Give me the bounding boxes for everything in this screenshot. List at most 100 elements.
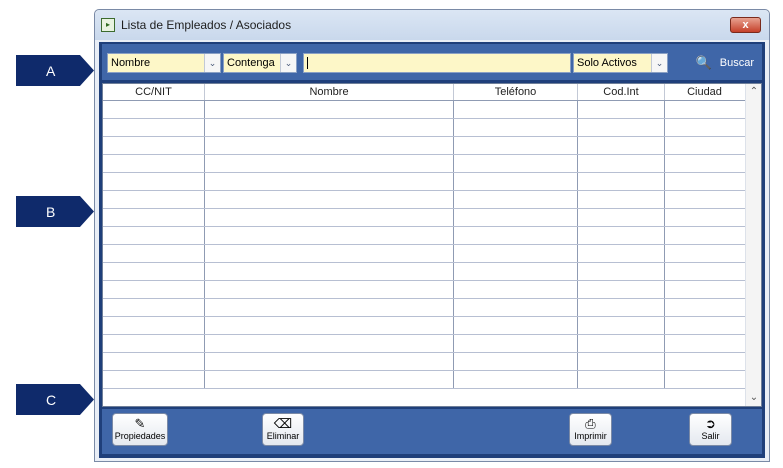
table-cell[interactable] bbox=[205, 191, 454, 208]
match-select[interactable]: Contenga ⌄ bbox=[223, 53, 297, 73]
table-row[interactable] bbox=[103, 209, 746, 227]
table-cell[interactable] bbox=[205, 155, 454, 172]
table-cell[interactable] bbox=[665, 227, 744, 244]
table-cell[interactable] bbox=[103, 101, 205, 118]
table-cell[interactable] bbox=[665, 299, 744, 316]
chevron-down-icon[interactable]: ⌄ bbox=[651, 54, 667, 72]
chevron-down-icon[interactable]: ⌄ bbox=[280, 54, 296, 72]
vertical-scrollbar[interactable]: ⌃ ⌄ bbox=[745, 84, 761, 406]
table-cell[interactable] bbox=[578, 101, 665, 118]
table-cell[interactable] bbox=[578, 227, 665, 244]
table-row[interactable] bbox=[103, 101, 746, 119]
table-row[interactable] bbox=[103, 281, 746, 299]
table-cell[interactable] bbox=[103, 299, 205, 316]
table-cell[interactable] bbox=[578, 335, 665, 352]
column-header-telefono[interactable]: Teléfono bbox=[454, 84, 578, 100]
column-header-codint[interactable]: Cod.Int bbox=[578, 84, 665, 100]
table-cell[interactable] bbox=[665, 263, 744, 280]
table-cell[interactable] bbox=[205, 119, 454, 136]
table-cell[interactable] bbox=[205, 137, 454, 154]
table-cell[interactable] bbox=[454, 317, 578, 334]
table-cell[interactable] bbox=[578, 281, 665, 298]
table-cell[interactable] bbox=[454, 371, 578, 388]
table-cell[interactable] bbox=[665, 155, 744, 172]
table-row[interactable] bbox=[103, 317, 746, 335]
table-cell[interactable] bbox=[578, 263, 665, 280]
table-cell[interactable] bbox=[205, 227, 454, 244]
table-cell[interactable] bbox=[103, 281, 205, 298]
table-cell[interactable] bbox=[578, 137, 665, 154]
table-cell[interactable] bbox=[205, 353, 454, 370]
table-cell[interactable] bbox=[665, 209, 744, 226]
table-row[interactable] bbox=[103, 173, 746, 191]
table-cell[interactable] bbox=[205, 371, 454, 388]
print-button[interactable]: ⎙ Imprimir bbox=[569, 413, 612, 446]
table-cell[interactable] bbox=[103, 263, 205, 280]
table-cell[interactable] bbox=[454, 335, 578, 352]
search-input[interactable] bbox=[303, 53, 571, 73]
table-cell[interactable] bbox=[205, 299, 454, 316]
column-header-ccnit[interactable]: CC/NIT bbox=[103, 84, 205, 100]
table-cell[interactable] bbox=[578, 155, 665, 172]
table-cell[interactable] bbox=[205, 173, 454, 190]
table-cell[interactable] bbox=[578, 353, 665, 370]
table-cell[interactable] bbox=[454, 137, 578, 154]
close-button[interactable]: x bbox=[730, 17, 761, 33]
table-cell[interactable] bbox=[103, 335, 205, 352]
table-row[interactable] bbox=[103, 155, 746, 173]
table-cell[interactable] bbox=[665, 335, 744, 352]
column-header-nombre[interactable]: Nombre bbox=[205, 84, 454, 100]
table-cell[interactable] bbox=[205, 317, 454, 334]
table-cell[interactable] bbox=[103, 245, 205, 262]
table-cell[interactable] bbox=[454, 191, 578, 208]
scroll-up-icon[interactable]: ⌃ bbox=[746, 84, 761, 100]
table-cell[interactable] bbox=[578, 209, 665, 226]
table-cell[interactable] bbox=[665, 137, 744, 154]
table-row[interactable] bbox=[103, 191, 746, 209]
chevron-down-icon[interactable]: ⌄ bbox=[204, 54, 220, 72]
table-row[interactable] bbox=[103, 371, 746, 389]
table-cell[interactable] bbox=[205, 263, 454, 280]
table-cell[interactable] bbox=[205, 281, 454, 298]
exit-button[interactable]: ➲ Salir bbox=[689, 413, 732, 446]
field-select[interactable]: Nombre ⌄ bbox=[107, 53, 221, 73]
table-cell[interactable] bbox=[205, 101, 454, 118]
table-cell[interactable] bbox=[103, 209, 205, 226]
table-row[interactable] bbox=[103, 227, 746, 245]
table-cell[interactable] bbox=[454, 263, 578, 280]
column-header-ciudad[interactable]: Ciudad bbox=[665, 84, 744, 100]
table-row[interactable] bbox=[103, 335, 746, 353]
table-cell[interactable] bbox=[103, 317, 205, 334]
table-cell[interactable] bbox=[665, 281, 744, 298]
table-cell[interactable] bbox=[578, 191, 665, 208]
table-cell[interactable] bbox=[103, 353, 205, 370]
table-cell[interactable] bbox=[454, 155, 578, 172]
table-cell[interactable] bbox=[454, 209, 578, 226]
table-cell[interactable] bbox=[103, 227, 205, 244]
table-row[interactable] bbox=[103, 119, 746, 137]
table-cell[interactable] bbox=[103, 173, 205, 190]
status-select[interactable]: Solo Activos ⌄ bbox=[573, 53, 668, 73]
table-cell[interactable] bbox=[665, 191, 744, 208]
table-cell[interactable] bbox=[578, 173, 665, 190]
table-cell[interactable] bbox=[103, 119, 205, 136]
table-cell[interactable] bbox=[454, 173, 578, 190]
title-bar[interactable]: ▸ Lista de Empleados / Asociados x bbox=[95, 10, 769, 40]
table-cell[interactable] bbox=[454, 353, 578, 370]
table-cell[interactable] bbox=[454, 227, 578, 244]
table-cell[interactable] bbox=[205, 245, 454, 262]
search-button[interactable]: 🔍 Buscar bbox=[696, 53, 754, 73]
table-cell[interactable] bbox=[103, 155, 205, 172]
table-cell[interactable] bbox=[205, 209, 454, 226]
properties-button[interactable]: ✎ Propiedades bbox=[112, 413, 168, 446]
employee-table[interactable]: CC/NIT Nombre Teléfono Cod.Int Ciudad ⌃ … bbox=[102, 83, 762, 407]
table-cell[interactable] bbox=[454, 245, 578, 262]
table-cell[interactable] bbox=[665, 173, 744, 190]
table-row[interactable] bbox=[103, 353, 746, 371]
table-cell[interactable] bbox=[454, 119, 578, 136]
table-cell[interactable] bbox=[454, 281, 578, 298]
table-cell[interactable] bbox=[578, 119, 665, 136]
table-cell[interactable] bbox=[665, 119, 744, 136]
table-cell[interactable] bbox=[578, 317, 665, 334]
scroll-down-icon[interactable]: ⌄ bbox=[746, 390, 761, 406]
